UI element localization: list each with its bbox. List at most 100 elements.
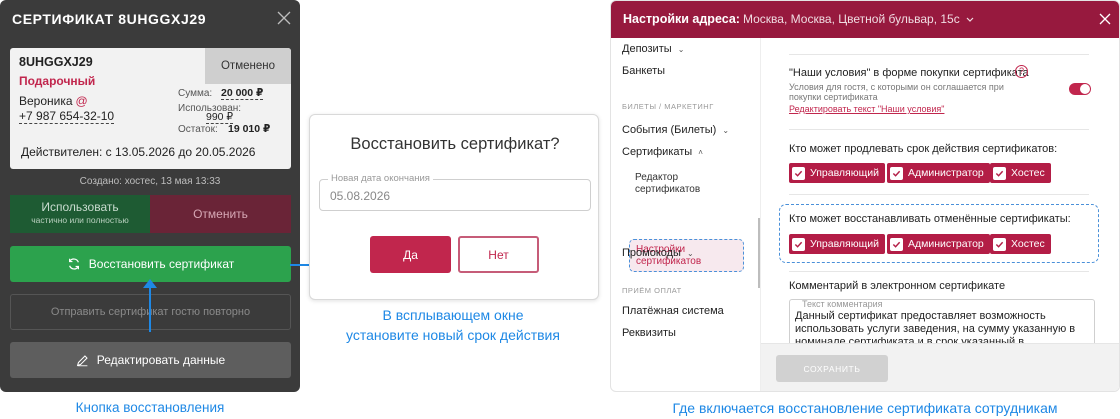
guest-name-text: Вероника (19, 94, 73, 108)
comment-section-title: Комментарий в электронном сертификате (789, 280, 1006, 292)
restore-dialog: Восстановить сертификат? Новая дата окон… (309, 114, 599, 300)
validity-period: Действителен: с 13.05.2026 до 20.05.2026 (21, 145, 256, 159)
sidebar-item-certificates[interactable]: Сертификаты ˄ (622, 146, 703, 158)
comment-textarea[interactable]: Текст комментария Данный сертификат пред… (789, 299, 1095, 347)
divider (789, 54, 1089, 55)
restore-role-manager[interactable]: Управляющий (789, 234, 885, 254)
extend-role-hostess-label: Хостес (1011, 167, 1045, 179)
use-button[interactable]: Использовать частично или полностью (10, 195, 150, 233)
rest-value: 19 010 ₽ (228, 123, 271, 135)
sidebar-item-payment-system[interactable]: Платёжная система (622, 305, 724, 317)
no-button[interactable]: Нет (458, 236, 539, 273)
divider (789, 129, 1089, 130)
chevron-down-icon: ⌄ (722, 126, 730, 135)
sidebar-item-promocodes[interactable]: Промокоды ⌄ (622, 247, 694, 259)
close-icon[interactable] (276, 10, 292, 26)
end-date-input[interactable]: Новая дата окончания 05.08.2026 (319, 173, 591, 211)
certificate-card: Отменено 8UHGGXJ29 Подарочный Вероника @ … (10, 48, 291, 169)
certificate-title: СЕРТИФИКАТ 8UHGGXJ29 (12, 11, 207, 27)
settings-footer: СОХРАНИТЬ (761, 343, 1119, 391)
restore-role-admin[interactable]: Администратор (887, 234, 990, 254)
created-info: Создано: хостес, 13 мая 13:33 (79, 176, 221, 187)
settings-sidebar: Депозиты ⌄ Банкеты БИЛЕТЫ / МАРКЕТИНГ Со… (611, 38, 761, 391)
cancel-certificate-button[interactable]: Отменить (150, 195, 291, 233)
help-icon[interactable]: ? (1015, 65, 1028, 78)
guest-phone[interactable]: +7 987 654-32-10 (19, 110, 115, 124)
settings-header: Настройки адреса: Москва, Москва, Цветно… (611, 1, 1119, 38)
checkbox-checked-icon (993, 166, 1006, 180)
end-date-value: 05.08.2026 (330, 189, 391, 203)
yes-button[interactable]: Да (370, 236, 451, 273)
pencil-icon (76, 354, 88, 366)
restore-role-hostess-label: Хостес (1011, 238, 1045, 250)
rest-label: Остаток: (178, 124, 218, 135)
sidebar-item-cert-editor[interactable]: Редактор сертификатов (635, 172, 700, 196)
settings-header-title: Настройки адреса: (623, 12, 740, 26)
sidebar-item-cert-editor-line-2: сертификатов (635, 184, 701, 195)
sum-label-text: Сумма: (178, 88, 213, 99)
chevron-down-icon: ⌄ (677, 45, 685, 54)
guest-name: Вероника @ (19, 94, 88, 108)
use-button-sublabel: частично или полностью (31, 215, 129, 225)
comment-label: Текст комментария (800, 299, 885, 309)
sidebar-item-events-label: События (Билеты) (622, 124, 717, 136)
certificate-panel: СЕРТИФИКАТ 8UHGGXJ29 Отменено 8UHGGXJ29 … (0, 0, 300, 392)
extend-role-admin[interactable]: Администратор (887, 163, 990, 183)
sidebar-item-banquets[interactable]: Банкеты (622, 65, 665, 77)
address-selector[interactable]: Москва, Москва, Цветной бульвар, 15с (743, 12, 974, 26)
conditions-title: "Наши условия" в форме покупки сертифика… (789, 67, 1029, 79)
conditions-toggle[interactable] (1069, 83, 1091, 95)
use-button-label: Использовать (41, 200, 119, 214)
checkbox-checked-icon (792, 237, 805, 251)
certificate-type: Подарочный (19, 74, 96, 88)
dialog-caption-line-2: установите новый срок действия (346, 327, 560, 343)
divider (789, 194, 1089, 195)
chevron-down-icon: ⌄ (687, 249, 694, 258)
status-badge: Отменено (205, 48, 291, 84)
checkbox-checked-icon (792, 166, 805, 180)
end-date-label: Новая дата окончания (328, 173, 433, 184)
checkbox-checked-icon (890, 166, 903, 180)
arrow-up-annotation (143, 279, 157, 332)
sidebar-scrollbar[interactable] (758, 218, 760, 288)
sidebar-item-events[interactable]: События (Билеты) ⌄ (622, 124, 729, 136)
dialog-caption-line-1: В всплывающем окне (382, 307, 524, 323)
extend-role-manager-label: Управляющий (810, 167, 879, 179)
conditions-description: Условия для гостя, с которыми он соглаша… (789, 82, 1004, 102)
dialog-title: Восстановить сертификат? (350, 135, 560, 153)
sidebar-item-cert-editor-line-1: Редактор (635, 172, 679, 183)
restore-button-label: Восстановить сертификат (88, 257, 235, 271)
certificate-code: 8UHGGXJ29 (19, 55, 93, 69)
sidebar-item-certificates-label: Сертификаты (622, 146, 693, 158)
sidebar-section-tickets: БИЛЕТЫ / МАРКЕТИНГ (622, 102, 714, 111)
restore-role-admin-label: Администратор (908, 238, 984, 250)
settings-caption: Где включается восстановление сертификат… (672, 400, 1058, 416)
edit-conditions-link[interactable]: Редактировать текст "Наши условия" (789, 104, 944, 114)
extend-role-manager[interactable]: Управляющий (789, 163, 885, 183)
sidebar-section-payments: ПРИЁМ ОПЛАТ (622, 286, 682, 295)
save-button[interactable]: СОХРАНИТЬ (776, 355, 888, 382)
email-icon[interactable]: @ (76, 94, 88, 108)
restore-role-hostess[interactable]: Хостес (990, 234, 1051, 254)
address-settings-window: Настройки адреса: Москва, Москва, Цветно… (610, 0, 1120, 392)
chevron-up-icon: ˄ (698, 148, 703, 157)
sum-value[interactable]: 20 000 ₽ (221, 88, 264, 100)
edit-button-label: Редактировать данные (96, 353, 226, 367)
toggle-knob (1080, 84, 1090, 94)
comment-text: Данный сертификат предоставляет возможно… (795, 310, 1076, 347)
sidebar-item-deposits-label: Депозиты (622, 43, 672, 55)
restore-role-manager-label: Управляющий (810, 238, 879, 250)
address-selector-text: Москва, Москва, Цветной бульвар, 15с (743, 12, 960, 26)
restore-section-title: Кто может восстанавливать отменённые сер… (789, 213, 1071, 225)
checkbox-checked-icon (993, 237, 1006, 251)
extend-section-title: Кто может продлевать срок действия серти… (789, 143, 1058, 155)
refresh-icon (68, 258, 79, 270)
divider (789, 271, 1089, 272)
dialog-caption: В всплывающем окне установите новый срок… (300, 305, 606, 345)
sidebar-item-deposits[interactable]: Депозиты ⌄ (622, 43, 684, 55)
extend-role-hostess[interactable]: Хостес (990, 163, 1051, 183)
checkbox-checked-icon (890, 237, 903, 251)
edit-data-button[interactable]: Редактировать данные (10, 342, 291, 378)
sidebar-item-requisites[interactable]: Реквизиты (622, 327, 676, 339)
close-icon[interactable] (1099, 13, 1111, 25)
